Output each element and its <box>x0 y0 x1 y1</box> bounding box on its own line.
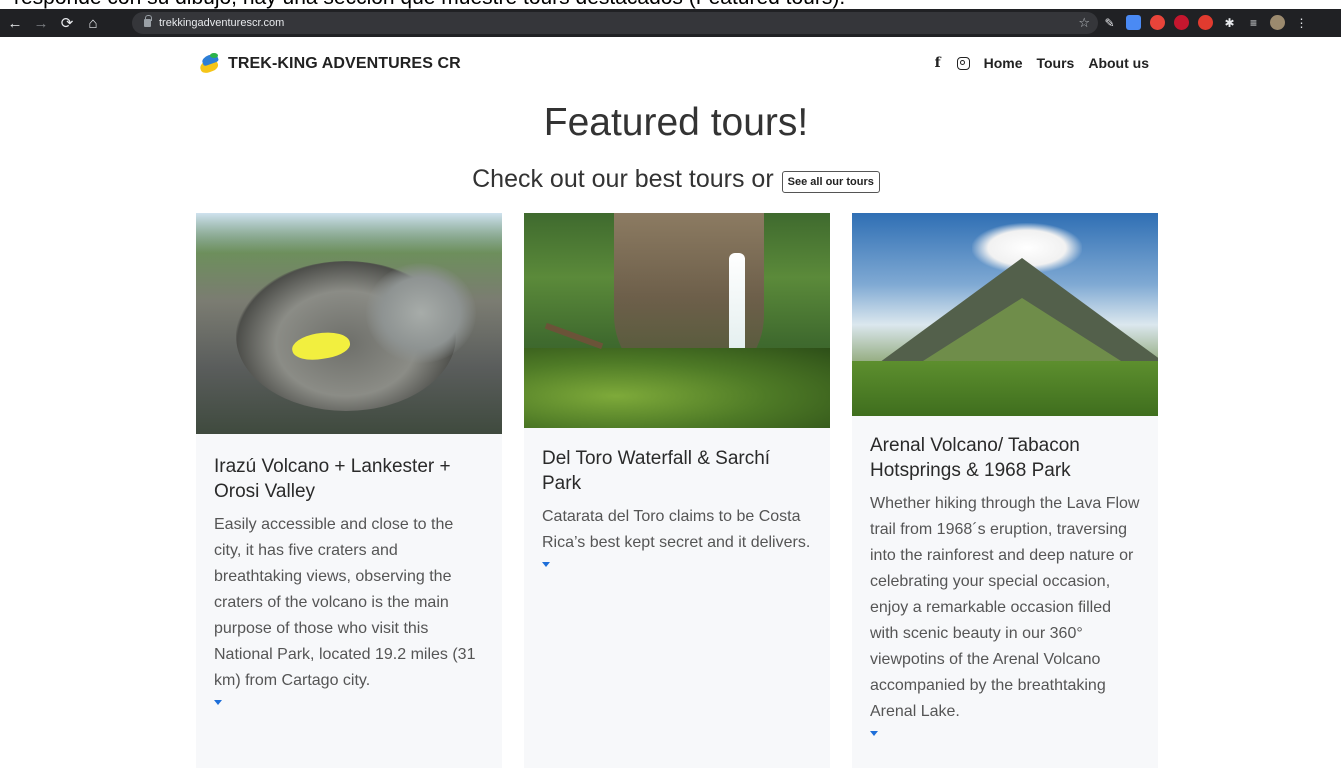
puzzle-extensions-icon[interactable]: ✱ <box>1222 15 1237 30</box>
tour-card-description: Whether hiking through the Lava Flow tra… <box>870 495 1140 720</box>
tour-card-title[interactable]: Del Toro Waterfall & Sarchí Park <box>542 446 812 496</box>
nav-tours-link[interactable]: Tours <box>1036 55 1074 71</box>
bookmark-star-icon[interactable]: ☆ <box>1078 15 1090 31</box>
tour-card-title[interactable]: Irazú Volcano + Lankester + Orosi Valley <box>214 454 484 504</box>
tour-card-arenal[interactable]: Arenal Volcano/ Tabacon Hotsprings & 196… <box>852 213 1158 768</box>
nav-about-link[interactable]: About us <box>1088 55 1149 71</box>
media-queue-icon[interactable]: ≡ <box>1246 15 1261 30</box>
ublock-extension-icon[interactable] <box>1174 15 1189 30</box>
address-bar[interactable]: trekkingadventurescr.com ☆ <box>132 12 1098 34</box>
translate-extension-icon[interactable] <box>1126 15 1141 30</box>
tour-card-description: Easily accessible and close to the city,… <box>214 516 476 689</box>
see-all-tours-button[interactable]: See all our tours <box>781 170 880 193</box>
forward-arrow-icon[interactable]: → <box>30 12 52 34</box>
nav-home-link[interactable]: Home <box>984 55 1023 71</box>
hero-subtitle-row: Check out our best tours or See all our … <box>0 165 1341 194</box>
expand-caret-icon[interactable] <box>870 731 878 736</box>
page-title: Featured tours! <box>543 101 809 144</box>
brand-logo-icon <box>198 52 222 76</box>
facebook-icon[interactable]: f <box>933 55 943 71</box>
expand-caret-icon[interactable] <box>214 700 222 705</box>
overlay-caption-text: responde con su dibujo, hay una sección … <box>14 0 845 9</box>
main-nav: f Home Tours About us <box>933 55 1149 71</box>
arenal-volcano-image <box>852 213 1158 416</box>
tour-card-description: Catarata del Toro claims to be Costa Ric… <box>542 508 811 551</box>
site-header: TREK-KING ADVENTURES CR f Home Tours Abo… <box>0 37 1341 89</box>
red-extension-icon[interactable] <box>1198 15 1213 30</box>
brand-name: TREK-KING ADVENTURES CR <box>228 55 461 72</box>
shield-extension-icon[interactable] <box>1150 15 1165 30</box>
back-arrow-icon[interactable]: ← <box>4 12 26 34</box>
instagram-icon[interactable] <box>956 56 970 70</box>
tour-card-del-toro[interactable]: Del Toro Waterfall & Sarchí Park Catarat… <box>524 213 830 768</box>
tour-card-irazu[interactable]: Irazú Volcano + Lankester + Orosi Valley… <box>196 213 502 768</box>
reload-icon[interactable]: ⟳ <box>56 12 78 34</box>
address-bar-url: trekkingadventurescr.com <box>159 17 285 29</box>
menu-dots-icon[interactable]: ⋮ <box>1294 15 1309 30</box>
extensions-bar: ✎ ✱ ≡ ⋮ <box>1102 15 1309 30</box>
del-toro-waterfall-image <box>524 213 830 428</box>
hero-subtitle: Check out our best tours or <box>472 165 774 193</box>
irazu-volcano-image <box>196 213 502 434</box>
tour-card-title[interactable]: Arenal Volcano/ Tabacon Hotsprings & 196… <box>870 433 1140 483</box>
browser-toolbar: ← → ⟳ ⌂ trekkingadventurescr.com ☆ ✎ ✱ ≡… <box>0 9 1341 37</box>
overlay-caption: responde con su dibujo, hay una sección … <box>0 0 1341 9</box>
pen-extension-icon[interactable]: ✎ <box>1102 15 1117 30</box>
brand-link[interactable]: TREK-KING ADVENTURES CR <box>198 52 461 76</box>
home-icon[interactable]: ⌂ <box>82 12 104 34</box>
lock-icon <box>144 15 152 27</box>
profile-avatar[interactable] <box>1270 15 1285 30</box>
expand-caret-icon[interactable] <box>542 562 550 567</box>
